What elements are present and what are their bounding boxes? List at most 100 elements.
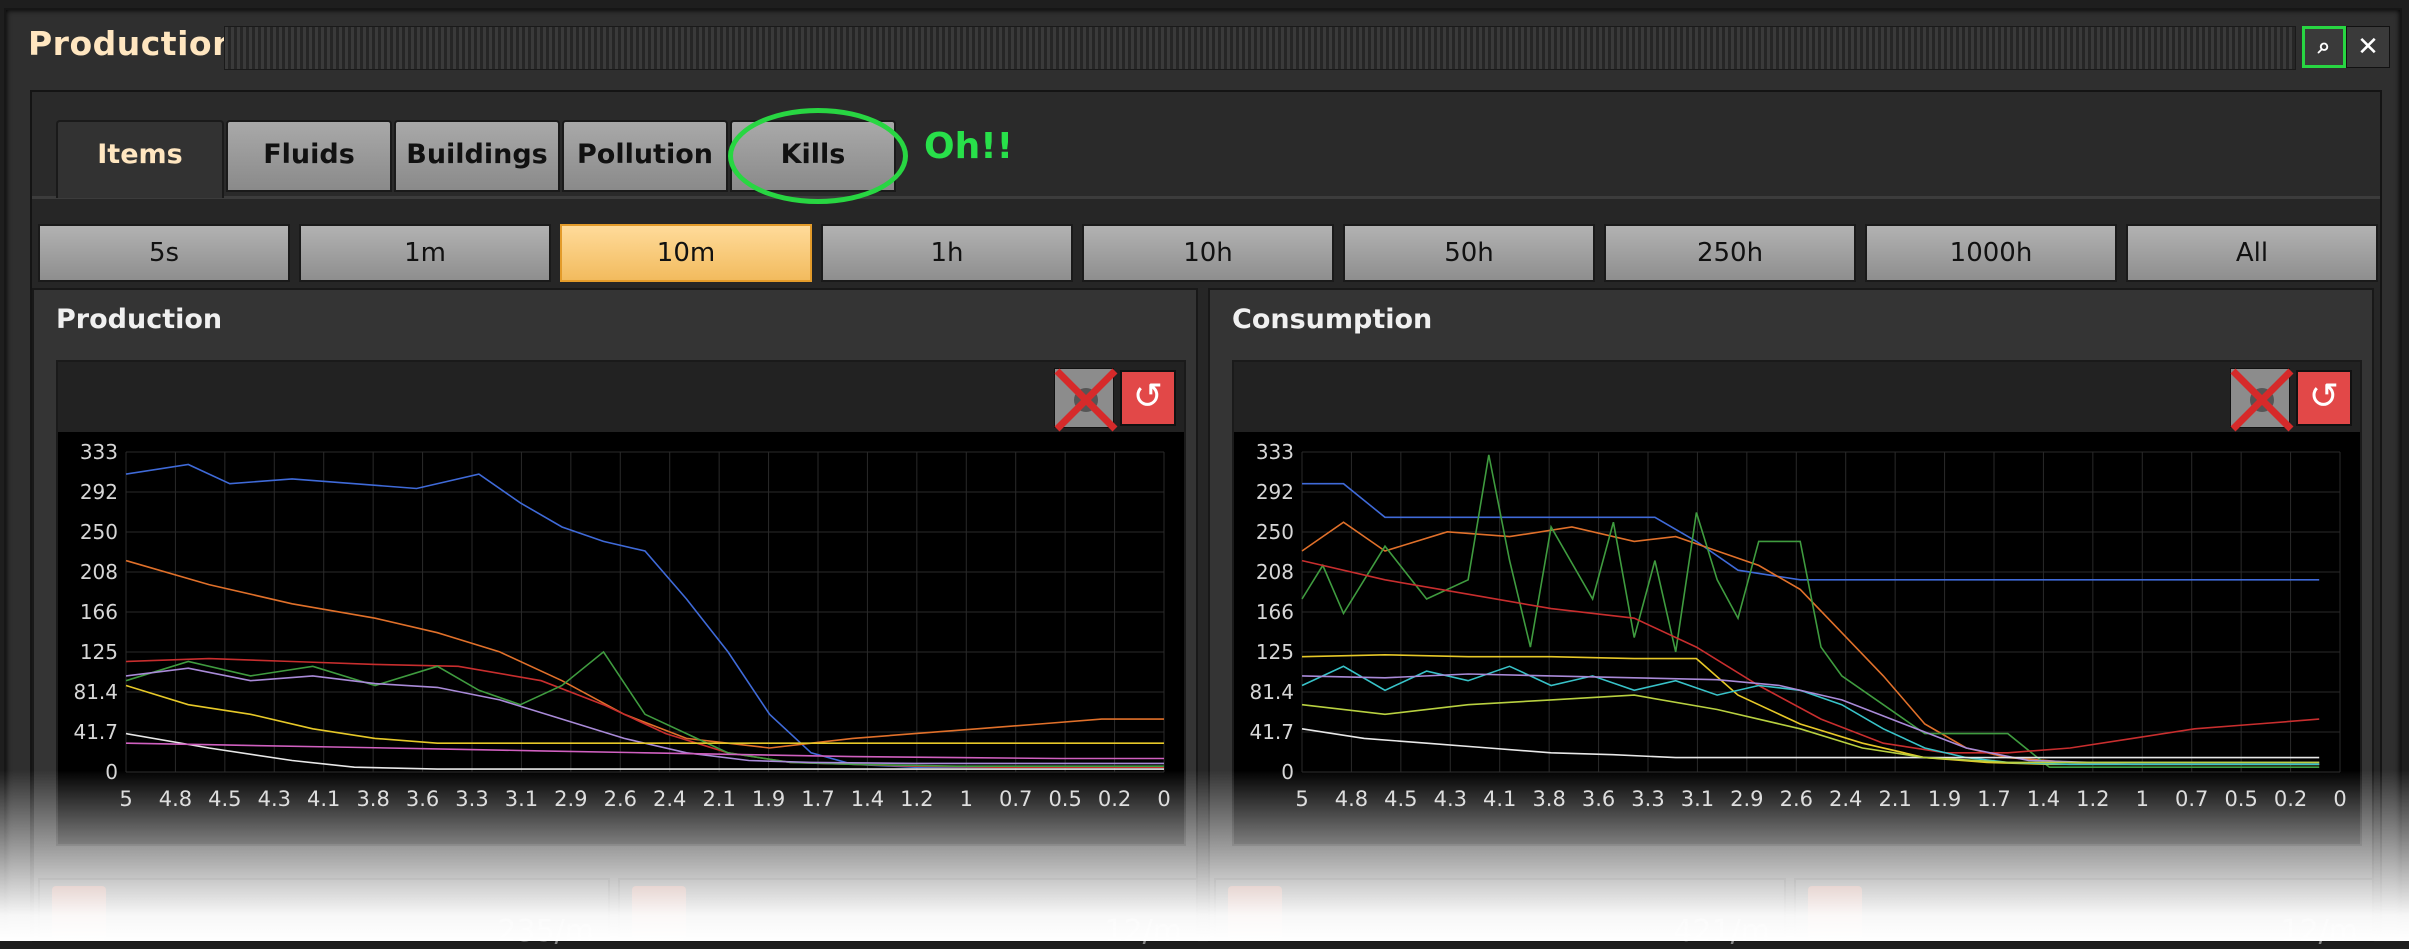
time-all-button[interactable]: All <box>2126 224 2378 282</box>
production-plot: 33329225020816612581.441.705 4.8 4.5 4.3 4.1… <box>73 440 1170 811</box>
item-icon <box>52 886 106 940</box>
tab-items[interactable]: Items <box>56 120 224 198</box>
search-button[interactable]: ⌕ <box>2302 26 2346 68</box>
production-panel: Production ↺ 333 292 250 208 166 125 81.4 41.7 0 <box>32 288 1198 942</box>
clear-selection-button[interactable] <box>1054 368 1118 432</box>
y-tick-label: 125 <box>1256 640 1294 664</box>
tab-strip: Items Fluids Buildings Pollution Kills O… <box>32 92 2380 204</box>
x-tick-label: 2.9 <box>1730 787 1763 811</box>
x-tick-label: 4.3 <box>258 787 291 811</box>
production-panel-title: Production <box>56 304 223 335</box>
item-icon <box>1228 886 1282 940</box>
time-1h-button[interactable]: 1h <box>821 224 1073 282</box>
y-tick-label: 292 <box>80 480 118 504</box>
x-tick-label: 1.7 <box>1977 787 2010 811</box>
x-tick-label: 3.8 <box>1532 787 1565 811</box>
x-tick-label: 0.2 <box>1098 787 1131 811</box>
x-tick-label: 3.1 <box>505 787 538 811</box>
x-tick-label: 0 <box>2333 787 2346 811</box>
x-tick-label: 2.6 <box>1780 787 1813 811</box>
x-tick-label: 2.4 <box>653 787 686 811</box>
item-row[interactable]: 12/m <box>618 878 1198 949</box>
x-tick-label: 4.5 <box>208 787 241 811</box>
search-icon: ⌕ <box>2317 34 2331 59</box>
x-tick-label: 1.4 <box>851 787 884 811</box>
clear-selection-button[interactable] <box>2230 368 2294 432</box>
y-tick-label: 333 <box>1256 440 1294 464</box>
x-tick-label: 2.1 <box>702 787 735 811</box>
x-tick-label: 4.8 <box>1335 787 1368 811</box>
consumption-plot: 33329225020816612581.441.705 4.8 4.5 4.3 4.1… <box>1249 440 2346 811</box>
x-tick-label: 4.1 <box>307 787 340 811</box>
y-tick-label: 41.7 <box>73 720 118 744</box>
item-row[interactable]: 421/m <box>1214 878 1786 949</box>
x-tick-label: 4.5 <box>1384 787 1417 811</box>
x-tick-label: 1 <box>2136 787 2149 811</box>
item-rate: 12/m <box>2280 914 2358 949</box>
tab-fluids[interactable]: Fluids <box>226 120 392 192</box>
production-window: Production ⌕ ✕ Items Fluids Buildings Po… <box>4 8 2402 942</box>
series-line <box>1301 665 2320 766</box>
annotation-text: Oh!! <box>924 126 1014 167</box>
x-tick-label: 0.2 <box>2274 787 2307 811</box>
cross-icon <box>2230 368 2294 432</box>
x-tick-label: 3.6 <box>406 787 439 811</box>
y-tick-label: 208 <box>1256 560 1294 584</box>
series-line <box>125 667 1164 765</box>
tab-buildings[interactable]: Buildings <box>394 120 560 192</box>
y-tick-label: 41.7 <box>1249 720 1294 744</box>
drag-handle[interactable] <box>224 26 2296 70</box>
y-tick-label: 333 <box>80 440 118 464</box>
content-area: Items Fluids Buildings Pollution Kills O… <box>30 90 2382 942</box>
item-row[interactable]: 12/m <box>1794 878 2374 949</box>
y-tick-label: 208 <box>80 560 118 584</box>
y-tick-label: 292 <box>1256 480 1294 504</box>
reset-button[interactable]: ↺ <box>2296 370 2352 426</box>
reset-button[interactable]: ↺ <box>1120 370 1176 426</box>
close-button[interactable]: ✕ <box>2346 26 2390 68</box>
item-icon <box>632 886 686 940</box>
x-tick-label: 1 <box>960 787 973 811</box>
item-rate: 235/m <box>497 914 594 949</box>
y-tick-label: 166 <box>80 600 118 624</box>
x-tick-label: 3.3 <box>455 787 488 811</box>
time-10h-button[interactable]: 10h <box>1082 224 1334 282</box>
x-tick-label: 0.7 <box>2175 787 2208 811</box>
y-tick-label: 125 <box>80 640 118 664</box>
tab-pollution[interactable]: Pollution <box>562 120 728 192</box>
series-line <box>1301 694 2320 764</box>
item-rate: 421/m <box>1673 914 1770 949</box>
x-tick-label: 1.7 <box>801 787 834 811</box>
series-line <box>125 742 1164 760</box>
close-icon: ✕ <box>2357 32 2379 62</box>
time-1m-button[interactable]: 1m <box>299 224 551 282</box>
item-row[interactable]: 235/m <box>38 878 610 949</box>
highlight-circle <box>728 108 908 204</box>
x-tick-label: 1.2 <box>2076 787 2109 811</box>
x-tick-label: 2.4 <box>1829 787 1862 811</box>
y-tick-label: 81.4 <box>1249 680 1294 704</box>
cross-icon <box>1054 368 1118 432</box>
time-10m-button[interactable]: 10m <box>560 224 812 282</box>
x-tick-label: 1.9 <box>1928 787 1961 811</box>
x-tick-label: 2.6 <box>604 787 637 811</box>
chart-toolbar: ↺ <box>1234 362 2360 432</box>
time-5s-button[interactable]: 5s <box>38 224 290 282</box>
x-tick-label: 3.8 <box>356 787 389 811</box>
x-tick-label: 4.3 <box>1434 787 1467 811</box>
x-tick-label: 4.1 <box>1483 787 1516 811</box>
y-tick-label: 250 <box>80 520 118 544</box>
time-50h-button[interactable]: 50h <box>1343 224 1595 282</box>
window-title: Production <box>28 24 237 63</box>
consumption-panel: Consumption ↺ 333 292 250 208 166 125 81.4 41.7 <box>1208 288 2374 942</box>
time-1000h-button[interactable]: 1000h <box>1865 224 2117 282</box>
x-tick-label: 3.1 <box>1681 787 1714 811</box>
x-tick-label: 1.2 <box>900 787 933 811</box>
reset-icon: ↺ <box>1132 376 1164 417</box>
y-tick-label: 81.4 <box>73 680 118 704</box>
x-tick-label: 5 <box>1295 787 1308 811</box>
x-tick-label: 1.9 <box>752 787 785 811</box>
x-tick-label: 4.8 <box>159 787 192 811</box>
x-tick-label: 2.1 <box>1878 787 1911 811</box>
time-250h-button[interactable]: 250h <box>1604 224 1856 282</box>
